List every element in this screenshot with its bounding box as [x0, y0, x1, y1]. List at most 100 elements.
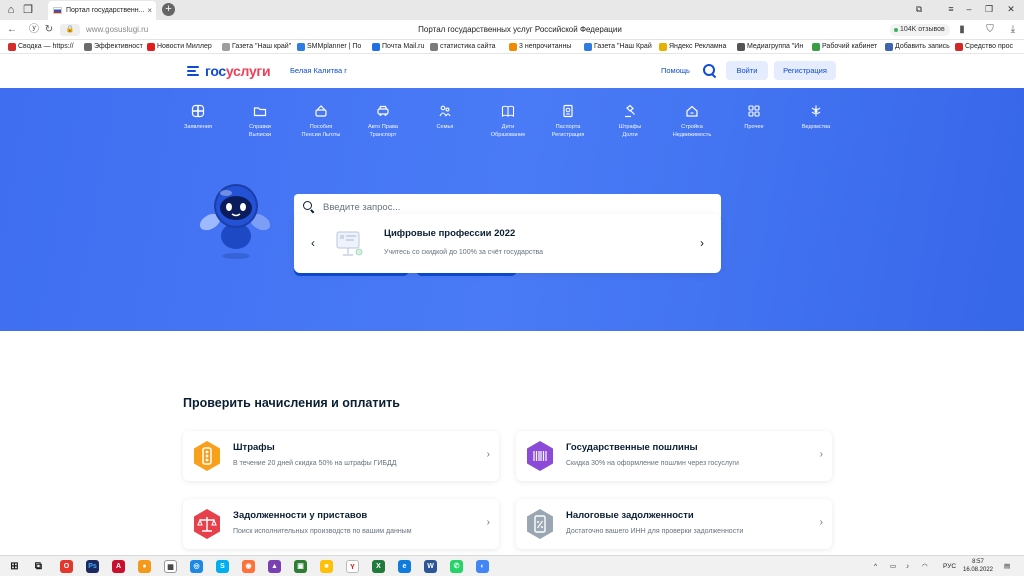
russia-flag-icon	[53, 7, 62, 14]
search-icon	[303, 201, 315, 213]
bookmark-item[interactable]: 3 непрочитанны	[509, 41, 580, 53]
search-icon[interactable]	[702, 63, 716, 77]
bookmark-favicon-icon	[297, 43, 305, 51]
category-item[interactable]: Дети Образование	[478, 104, 538, 139]
bookmark-item[interactable]: Медиагруппа "Ин	[737, 41, 808, 53]
lock-icon[interactable]: 🔒	[60, 24, 80, 36]
category-item[interactable]: Паспорта Регистрация	[538, 104, 598, 139]
edge-icon[interactable]: e	[398, 560, 411, 573]
bookmark-favicon-icon	[372, 43, 380, 51]
chevron-right-icon: ›	[819, 449, 823, 460]
whatsapp-icon[interactable]: ✆	[450, 560, 463, 573]
collections-icon[interactable]: ❐	[20, 2, 36, 18]
payment-card[interactable]: Государственные пошлины Скидка 30% на офо…	[516, 431, 832, 481]
sidebar-toggle-icon[interactable]: ⌂	[3, 2, 19, 18]
family-icon	[439, 105, 451, 117]
payment-card[interactable]: Налоговые задолженности Достаточно вашего…	[516, 499, 832, 549]
browser-tab[interactable]: Портал государственн... ×	[48, 1, 156, 20]
category-item[interactable]: Стройка Недвижимость	[662, 104, 722, 139]
category-label: Заявления	[184, 124, 212, 130]
app-icon-6[interactable]: ◎	[190, 560, 203, 573]
folder-icon	[253, 107, 267, 117]
bookmark-item[interactable]: Газета "Наш край"	[222, 41, 293, 53]
hamburger-menu-icon[interactable]	[187, 66, 199, 76]
window-close-icon[interactable]: ✕	[1004, 2, 1018, 16]
folder-icon[interactable]: ■	[320, 560, 333, 573]
bookmark-item[interactable]: Добавить запись	[885, 41, 951, 53]
shield-icon[interactable]: ⛉	[983, 23, 997, 37]
app-icon-1[interactable]: O	[60, 560, 73, 573]
firefox-icon[interactable]: ◉	[242, 560, 255, 573]
skype-icon[interactable]: S	[216, 560, 229, 573]
yandex-badge-icon[interactable]: ⓨ	[27, 23, 41, 37]
minimize-icon[interactable]: –	[962, 2, 976, 16]
bookmark-item[interactable]: Рабочий кабинет	[812, 41, 881, 53]
bookmark-label: Новости Миллер	[157, 43, 212, 50]
bookmark-icon[interactable]: ▮	[955, 23, 969, 37]
payment-card[interactable]: Штрафы В течение 20 дней скидка 50% на шт…	[183, 431, 499, 481]
windows-start-icon[interactable]: ⊞	[8, 560, 21, 573]
bookmark-item[interactable]: Сводка — https://	[8, 41, 80, 53]
language-indicator[interactable]: РУС	[943, 561, 956, 572]
category-item[interactable]: Авто Права Транспорт	[353, 104, 413, 139]
app-icon-4[interactable]: ●	[138, 560, 151, 573]
bookmark-item[interactable]: SMMplanner | По	[297, 41, 368, 53]
bookmark-favicon-icon	[885, 43, 893, 51]
app-icon-9[interactable]: ▲	[268, 560, 281, 573]
restore-tab-icon[interactable]: ⧉	[912, 2, 926, 16]
app-icon-5[interactable]: ▦	[164, 560, 177, 573]
gosuslugi-logo[interactable]: госуслуги	[205, 62, 271, 80]
bookmark-item[interactable]: Газета "Наш Край	[584, 41, 655, 53]
reviews-badge[interactable]: 104K отзывов	[890, 24, 950, 36]
category-item[interactable]: Штрафы Долги	[600, 104, 660, 139]
region-link[interactable]: Белая Калитва г	[290, 65, 347, 77]
url-field[interactable]: www.gosuslugi.ru	[86, 23, 176, 37]
category-item[interactable]: Заявления	[168, 104, 228, 132]
category-item[interactable]: Прочее	[724, 104, 784, 132]
reload-icon[interactable]: ↻	[42, 23, 56, 37]
carousel-prev-icon[interactable]: ‹	[308, 236, 318, 250]
word-icon[interactable]: W	[424, 560, 437, 573]
bookmark-item[interactable]: Яндекс Рекламна	[659, 41, 733, 53]
app-icon-3[interactable]: A	[112, 560, 125, 573]
payment-card[interactable]: Задолженности у приставов Поиск исполните…	[183, 499, 499, 549]
taskbar-clock[interactable]: 8:57 16.08.2022	[960, 558, 996, 574]
download-icon[interactable]: ⤓	[1006, 23, 1020, 37]
yandex-browser-icon[interactable]: Y	[346, 560, 359, 573]
bookmark-label: Добавить запись	[895, 43, 950, 50]
wifi-icon[interactable]: ◠	[922, 561, 928, 572]
promo-title: Цифровые профессии 2022	[384, 228, 516, 239]
promo-carousel[interactable]: ‹ Цифровые профессии 2022 Учитесь со ски…	[294, 214, 721, 273]
bookmark-item[interactable]: Средство прос	[955, 41, 1020, 53]
photoshop-icon[interactable]: Ps	[86, 560, 99, 573]
help-link[interactable]: Помощь	[661, 65, 690, 77]
bookmark-item[interactable]: Почта Mail.ru	[372, 41, 426, 53]
bookmark-item[interactable]: статистика сайта	[430, 41, 505, 53]
tab-close-icon[interactable]: ×	[147, 1, 152, 20]
taskview-icon[interactable]: ⧉	[32, 560, 45, 573]
wallet-icon	[315, 105, 327, 117]
login-button[interactable]: Войти	[726, 61, 768, 80]
bookmark-item[interactable]: Эффективность	[84, 41, 143, 53]
new-tab-button[interactable]: +	[162, 3, 175, 16]
maximize-icon[interactable]: ❐	[982, 2, 996, 16]
logo-part-uslugi: услуги	[225, 63, 271, 79]
carousel-next-icon[interactable]: ›	[697, 236, 707, 250]
category-item[interactable]: Справки Выписки	[230, 104, 290, 139]
app-icon-10[interactable]: ▣	[294, 560, 307, 573]
category-item[interactable]: Ведомства	[786, 104, 846, 132]
excel-icon[interactable]: X	[372, 560, 385, 573]
app-icon-17[interactable]: ◐	[476, 560, 489, 573]
traffic-light-icon	[194, 441, 220, 471]
volume-icon[interactable]: ♪	[906, 561, 909, 572]
category-item[interactable]: Семья	[415, 104, 475, 132]
notifications-icon[interactable]: ▤	[1004, 561, 1010, 572]
grid-icon	[748, 105, 760, 117]
menu-icon[interactable]: ≡	[944, 2, 958, 16]
network-icon[interactable]: ▭	[890, 561, 896, 572]
back-icon[interactable]: ←	[5, 23, 19, 37]
bookmark-item[interactable]: Новости Миллер	[147, 41, 218, 53]
register-button[interactable]: Регистрация	[774, 61, 836, 80]
tray-chevron-icon[interactable]: ^	[874, 561, 877, 572]
category-item[interactable]: Пособия Пенсии Льготы	[291, 104, 351, 139]
